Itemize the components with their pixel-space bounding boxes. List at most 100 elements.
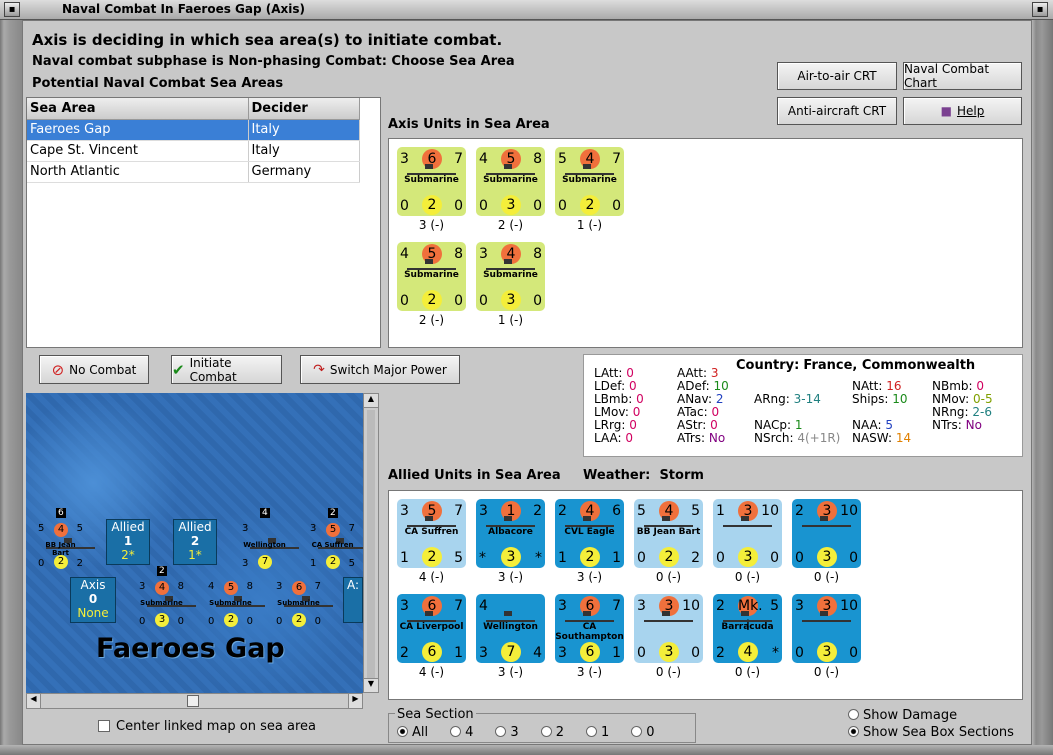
stat-item: Ships: 10 [852, 392, 908, 406]
sea-section-radio[interactable]: 1 [585, 725, 609, 740]
no-combat-button[interactable]: ⊘ No Combat [39, 355, 149, 384]
scroll-up-arrow[interactable]: ▲ [364, 394, 378, 408]
table-row[interactable]: North Atlantic Germany [27, 161, 360, 183]
help-button[interactable]: ■ Help [903, 97, 1022, 125]
unit-counter[interactable]: 3 3 10 0 3 0 [634, 594, 703, 663]
potential-areas-label: Potential Naval Combat Sea Areas [32, 76, 284, 91]
unit-counter[interactable]: 3 6 7 CA Southampton 3 6 1 [555, 594, 624, 663]
counter-bottom-left-value: 0 [479, 293, 488, 309]
close-icon[interactable]: ▪ [1032, 2, 1048, 17]
unit-counter[interactable]: 2 4 6 CVL Eagle 1 2 1 [555, 499, 624, 568]
unit-counter[interactable]: 4 5 8 Submarine 0 2 0 [206, 579, 265, 628]
counter-bottom-left-value: 0 [637, 645, 646, 661]
counter-unit-name: Wellington [483, 622, 538, 632]
radio-circle[interactable] [848, 709, 859, 720]
sea-section-option-label: 3 [510, 725, 519, 740]
map-vertical-scrollbar[interactable]: ▲ ▼ [363, 393, 379, 693]
counter-movement-value: 6 [422, 642, 442, 662]
unit-counter[interactable]: 2 Mk. I 5 Barracuda 2 4 * [713, 594, 782, 663]
anti-aircraft-crt-button[interactable]: Anti-aircraft CRT [777, 97, 897, 125]
sea-section-radio[interactable]: 4 [450, 725, 473, 740]
naval-combat-chart-button[interactable]: Naval Combat Chart [903, 62, 1022, 90]
radio-circle[interactable] [495, 726, 507, 737]
counter-top-left-value: 3 [400, 151, 409, 167]
counter-unit-name: Submarine [404, 270, 459, 280]
unit-counter[interactable]: 3 6 7 Submarine 0 2 0 [397, 147, 466, 216]
col-header-sea-area[interactable]: Sea Area [27, 98, 249, 120]
unit-counter[interactable]: 1 3 10 0 3 0 [713, 499, 782, 568]
air-to-air-crt-button[interactable]: Air-to-air CRT [777, 62, 897, 90]
unit-counter[interactable]: 4 5 8 Submarine 0 2 0 [397, 242, 466, 311]
map-box-axis[interactable]: Axis 0 None [70, 577, 116, 623]
axis-box-label: Axis [80, 578, 106, 592]
counter-unit-name: Submarine [562, 175, 617, 185]
checkbox-box[interactable] [98, 720, 110, 732]
radio-circle[interactable] [397, 726, 408, 737]
counter-bottom-left-value: 0 [637, 550, 646, 566]
unit-counter[interactable]: 4 5 8 Submarine 0 3 0 [476, 147, 545, 216]
allied-box-sub: 2* [121, 548, 135, 562]
counter-attack-value: 5 [326, 523, 340, 537]
radio-circle[interactable] [585, 726, 597, 737]
map-box-allied-1[interactable]: Allied 1 2* [106, 519, 150, 565]
scroll-down-arrow[interactable]: ▼ [364, 678, 378, 692]
unit-counter[interactable]: 3 3 10 0 3 0 [792, 594, 861, 663]
stat-item: ADef: 10 [677, 379, 729, 393]
table-row[interactable]: Cape St. Vincent Italy [27, 140, 360, 162]
map-box-allied-2[interactable]: Allied 2 1* [173, 519, 217, 565]
radio-circle[interactable] [450, 726, 462, 737]
counter-top-right-value: 8 [533, 246, 542, 262]
counter-bottom-right-value: 1 [454, 645, 463, 661]
counter-movement-value: 3 [659, 642, 679, 662]
unit-counter[interactable]: 3 5 7 CA Suffren 1 2 5 [397, 499, 466, 568]
sea-section-radio[interactable]: All [397, 725, 428, 740]
counter-movement-value: 2 [580, 195, 600, 215]
counter-top-left-value: 5 [38, 523, 45, 534]
stat-value: 4(+1R) [793, 431, 841, 445]
scroll-left-arrow[interactable]: ◀ [27, 694, 41, 708]
unit-counter[interactable]: 3 1 2 Albacore * 3 * [476, 499, 545, 568]
unit-counter[interactable]: 5 4 5 BB Jean Bart 0 2 2 6 [36, 508, 95, 570]
counter-bottom-right-value: 4 [533, 645, 542, 661]
system-menu-icon[interactable]: ▪ [4, 2, 20, 17]
counter-movement-value: 2 [292, 613, 306, 627]
switch-major-power-button[interactable]: ↷ Switch Major Power [300, 355, 460, 384]
unit-counter[interactable]: 3 5 7 CA Suffren 1 2 5 2 [308, 508, 367, 570]
unit-counter[interactable]: 3 Wellington 3 7 4 [240, 508, 299, 570]
unit-counter[interactable]: 4 Wellington 3 7 4 [476, 594, 545, 663]
scroll-thumb[interactable] [187, 695, 199, 707]
counter-unit-name: Wellington [243, 541, 286, 549]
counter-top-right-value: 7 [612, 151, 621, 167]
counter-status: 0 (-) [734, 570, 761, 584]
sea-section-radio[interactable]: 2 [540, 725, 564, 740]
radio-circle[interactable] [631, 726, 643, 737]
unit-counter[interactable]: 3 4 8 Submarine 0 3 0 2 [137, 566, 196, 628]
initiate-combat-button[interactable]: ✔ Initiate Combat [171, 355, 282, 384]
unit-counter[interactable]: 5 4 5 BB Jean Bart 0 2 2 [634, 499, 703, 568]
col-header-decider[interactable]: Decider [248, 98, 360, 120]
scroll-right-arrow[interactable]: ▶ [348, 694, 362, 708]
radio-circle[interactable] [540, 726, 552, 737]
unit-counter[interactable]: 3 4 8 Submarine 0 3 0 [476, 242, 545, 311]
map-box-cut[interactable]: A: [343, 577, 363, 623]
counter-top-left-value: 5 [558, 151, 567, 167]
radio-circle[interactable] [848, 726, 859, 737]
center-map-checkbox[interactable]: Center linked map on sea area [98, 719, 316, 734]
show-sea-box-radio[interactable]: Show Sea Box Sections [848, 725, 1014, 740]
map-horizontal-scrollbar[interactable]: ◀ ▶ [26, 693, 363, 709]
show-damage-radio[interactable]: Show Damage [848, 708, 957, 723]
scroll-track[interactable] [367, 410, 375, 692]
counter-top-left-value: 3 [479, 503, 488, 519]
unit-counter[interactable]: 3 6 7 CA Liverpool 2 6 1 [397, 594, 466, 663]
unit-counter[interactable]: 3 6 7 Submarine 0 2 0 [274, 579, 333, 628]
counter-status: 3 (-) [576, 570, 603, 584]
unit-counter[interactable]: 5 4 7 Submarine 0 2 0 [555, 147, 624, 216]
stat-item: LBmb: 0 [594, 392, 644, 406]
counter-status: 4 (-) [418, 570, 445, 584]
table-row[interactable]: Faeroes Gap Italy [27, 119, 360, 141]
sea-area-map[interactable]: Allied 1 2* Allied 2 1* Axis 0 None A: Faeroes… [26, 393, 367, 693]
sea-section-radio[interactable]: 3 [495, 725, 519, 740]
unit-counter[interactable]: 2 3 10 0 3 0 [792, 499, 861, 568]
sea-section-radio[interactable]: 0 [631, 725, 655, 740]
counter-attack-value: 4 [155, 581, 169, 595]
